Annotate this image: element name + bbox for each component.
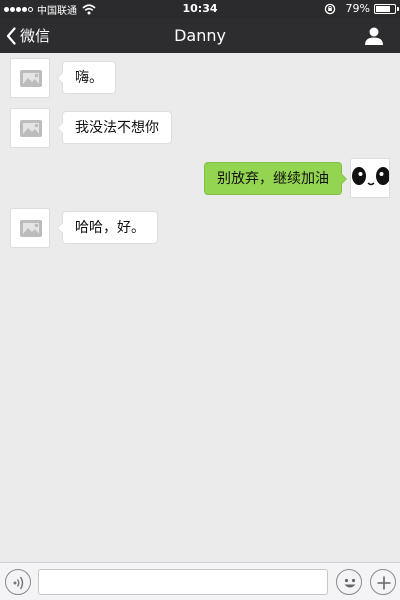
contact-avatar[interactable] (10, 108, 50, 148)
back-label: 微信 (20, 27, 51, 45)
message-bubble-incoming[interactable]: 我没法不想你 (57, 111, 172, 144)
message-bubble-outgoing[interactable]: 别放弃，继续加油 (204, 162, 347, 195)
plus-icon (377, 576, 391, 590)
battery-icon (374, 3, 399, 14)
voice-input-button[interactable] (5, 569, 31, 595)
emoji-button[interactable] (336, 569, 362, 595)
placeholder-image-icon (20, 120, 42, 137)
status-right: 79% (324, 2, 399, 15)
battery-fill (376, 5, 390, 12)
message-bubble-incoming[interactable]: 嗨。 (57, 61, 116, 94)
voice-icon (13, 576, 24, 590)
message-row: 别放弃，继续加油 (0, 157, 400, 199)
message-input[interactable] (38, 569, 328, 595)
panda-face-icon (351, 159, 389, 197)
nav-bar: 微信 Danny (0, 18, 400, 53)
battery-percentage: 79% (345, 2, 370, 15)
rotation-lock-icon (324, 3, 335, 14)
chat-title: Danny (174, 26, 226, 45)
my-avatar[interactable] (350, 158, 390, 198)
smiley-icon (344, 578, 356, 588)
contact-avatar[interactable] (10, 208, 50, 248)
message-bubble-incoming[interactable]: 哈哈，好。 (57, 211, 158, 244)
placeholder-image-icon (20, 70, 42, 87)
contact-avatar[interactable] (10, 58, 50, 98)
contact-profile-button[interactable] (364, 26, 384, 46)
more-options-button[interactable] (370, 569, 396, 595)
chat-area[interactable]: 嗨。 我没法不想你 别放弃，继续加油 哈哈，好。 (0, 53, 400, 562)
input-toolbar (0, 562, 400, 600)
person-icon (365, 27, 383, 45)
message-row: 我没法不想你 (0, 107, 400, 149)
status-bar: 中国联通 10:34 79% (0, 0, 400, 18)
message-row: 嗨。 (0, 57, 400, 99)
chevron-left-icon (6, 26, 16, 45)
back-button[interactable]: 微信 (6, 18, 50, 53)
message-row: 哈哈，好。 (0, 207, 400, 249)
placeholder-image-icon (20, 220, 42, 237)
